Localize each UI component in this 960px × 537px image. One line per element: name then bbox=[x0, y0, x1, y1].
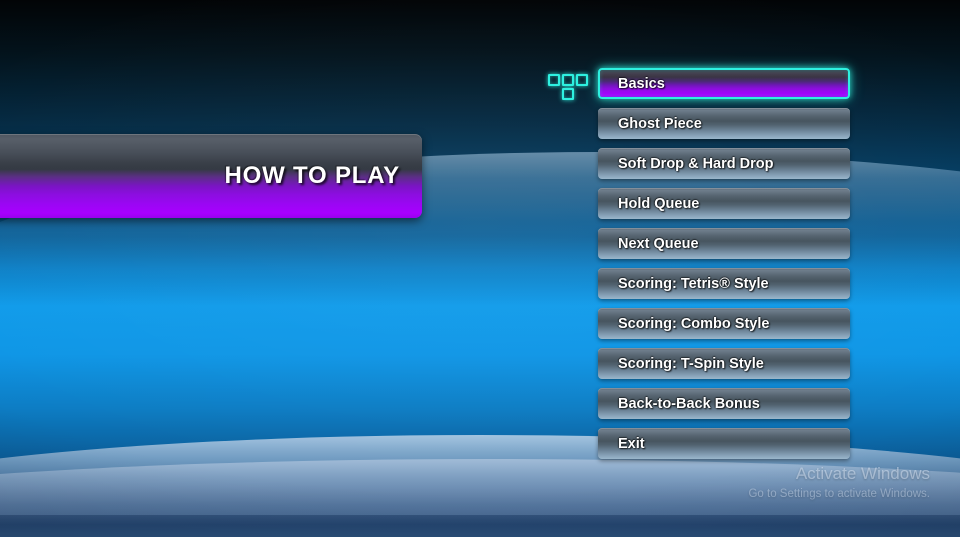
menu-item-label: Soft Drop & Hard Drop bbox=[618, 155, 774, 172]
t-tetromino-block-right bbox=[576, 74, 588, 86]
menu-item-label: Hold Queue bbox=[618, 195, 700, 212]
menu-item-label: Ghost Piece bbox=[618, 115, 702, 132]
how-to-play-menu: Basics Ghost Piece Soft Drop & Hard Drop… bbox=[598, 68, 850, 468]
background-wave-lower-back bbox=[0, 459, 960, 537]
page-title: HOW TO PLAY bbox=[224, 162, 400, 189]
menu-item-next-queue[interactable]: Next Queue bbox=[598, 228, 850, 259]
menu-item-label: Next Queue bbox=[618, 235, 699, 252]
background-bottom-strip bbox=[0, 515, 960, 537]
menu-item-label: Exit bbox=[618, 435, 645, 452]
menu-item-label: Scoring: Combo Style bbox=[618, 315, 770, 332]
t-tetromino-icon bbox=[548, 74, 588, 102]
menu-item-hold-queue[interactable]: Hold Queue bbox=[598, 188, 850, 219]
menu-item-label: Scoring: T-Spin Style bbox=[618, 355, 764, 372]
menu-item-basics[interactable]: Basics bbox=[598, 68, 850, 99]
menu-item-back-to-back-bonus[interactable]: Back-to-Back Bonus bbox=[598, 388, 850, 419]
t-tetromino-block-center bbox=[562, 74, 574, 86]
menu-item-scoring-tetris-style[interactable]: Scoring: Tetris® Style bbox=[598, 268, 850, 299]
how-to-play-banner: HOW TO PLAY bbox=[0, 134, 422, 218]
menu-item-scoring-t-spin-style[interactable]: Scoring: T-Spin Style bbox=[598, 348, 850, 379]
watermark-subtitle: Go to Settings to activate Windows. bbox=[748, 488, 930, 501]
t-tetromino-block-stem bbox=[562, 88, 574, 100]
t-tetromino-block-left bbox=[548, 74, 560, 86]
menu-item-label: Scoring: Tetris® Style bbox=[618, 275, 769, 292]
menu-item-label: Back-to-Back Bonus bbox=[618, 395, 760, 412]
game-screen: HOW TO PLAY Basics Ghost Piece Soft Drop… bbox=[0, 0, 960, 537]
menu-item-scoring-combo-style[interactable]: Scoring: Combo Style bbox=[598, 308, 850, 339]
menu-item-ghost-piece[interactable]: Ghost Piece bbox=[598, 108, 850, 139]
menu-item-exit[interactable]: Exit bbox=[598, 428, 850, 459]
windows-activation-watermark: Activate Windows Go to Settings to activ… bbox=[748, 463, 930, 502]
menu-item-label: Basics bbox=[618, 75, 665, 92]
menu-item-soft-drop-hard-drop[interactable]: Soft Drop & Hard Drop bbox=[598, 148, 850, 179]
